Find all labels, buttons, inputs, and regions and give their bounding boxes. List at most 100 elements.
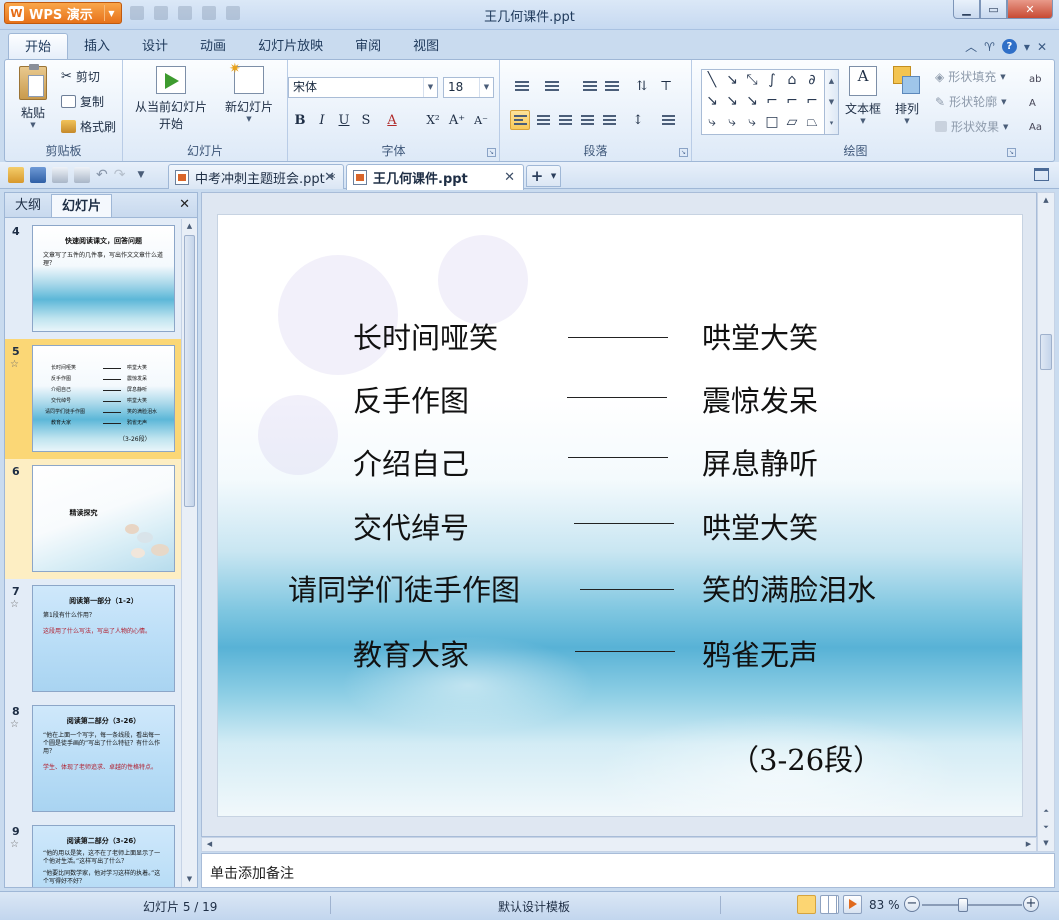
shape-outline-button[interactable]: ✎ 形状轮廓 ▼: [935, 93, 1006, 110]
curved-connector-icon[interactable]: ⤷: [702, 112, 722, 133]
close-icon[interactable]: ✕: [179, 197, 190, 212]
textbox-dropdown-icon[interactable]: ▼: [843, 117, 883, 125]
increase-indent-button[interactable]: [602, 76, 622, 96]
plus-icon[interactable]: +: [531, 167, 544, 185]
tab-animation[interactable]: 动画: [184, 33, 242, 60]
chevron-down-icon[interactable]: ▼: [182, 872, 197, 887]
thumbnail-slide-5[interactable]: 5 ☆ 长时间哑笑 哄堂大笑 反手作图 震惊发呆 介绍自己 屏息静听 交代绰号 哄堂大笑…: [5, 339, 181, 459]
slide-vertical-scrollbar[interactable]: ▲ ⏶ ⏷ ▼: [1037, 192, 1055, 852]
undo-icon[interactable]: ↶: [96, 167, 108, 183]
new-tab-button[interactable]: + ▼: [526, 165, 561, 187]
bullets-button[interactable]: [512, 76, 532, 96]
align-right-button[interactable]: [555, 110, 575, 130]
thumbnail-slide-4[interactable]: 4 快速阅读课文，回答问题 文章写了五件的几件事，写出作文文章什么道理？: [5, 219, 181, 339]
tab-home[interactable]: 开始: [8, 33, 69, 60]
textbox-button[interactable]: A 文本框 ▼: [843, 66, 883, 125]
thumbnail-slide-6[interactable]: 6 精读探究: [5, 459, 181, 579]
scribble-shape-icon[interactable]: ∂: [802, 70, 822, 91]
curved-connector-icon[interactable]: ⤷: [722, 112, 742, 133]
tab-slides[interactable]: 幻灯片: [51, 194, 113, 217]
slideshow-view-icon[interactable]: [843, 895, 862, 914]
columns-button[interactable]: [658, 110, 678, 130]
chevron-down-icon[interactable]: ▼: [829, 98, 834, 106]
chevron-right-icon[interactable]: ▶: [1021, 838, 1036, 851]
thumbnail-slide-9[interactable]: 9 ☆ 阅读第二部分（3-26） “他的用以是笑，这不在了老师上面显示了一个他对…: [5, 819, 181, 887]
chevron-down-icon[interactable]: ▼: [1038, 836, 1054, 851]
close-icon[interactable]: ✕: [504, 170, 515, 185]
slide-right-item-6[interactable]: 鸦雀无声: [702, 632, 818, 674]
tab-design[interactable]: 设计: [126, 33, 184, 60]
new-slide-dropdown-icon[interactable]: ▼: [219, 115, 279, 123]
new-slide-button[interactable]: ✷ 新幻灯片 ▼: [219, 61, 279, 123]
chevron-up-icon[interactable]: ▲: [1038, 193, 1054, 208]
grow-font-button[interactable]: A⁺: [447, 110, 467, 130]
slide-left-item-6[interactable]: 教育大家: [353, 632, 469, 674]
redo-icon[interactable]: ↷: [114, 167, 126, 183]
play-from-current-button[interactable]: 从当前幻灯片 开始: [129, 66, 213, 132]
chevron-down-icon[interactable]: ▼: [1003, 123, 1008, 131]
rectangle-shape-icon[interactable]: □: [762, 112, 782, 133]
previous-slide-icon[interactable]: ⏶: [1038, 804, 1054, 819]
slide-right-item-1[interactable]: 哄堂大笑: [702, 315, 818, 357]
scrollbar-thumb[interactable]: [1040, 334, 1052, 370]
print-preview-icon[interactable]: [74, 167, 90, 183]
slide-left-item-3[interactable]: 介绍自己: [353, 441, 469, 483]
zoom-slider-track[interactable]: [922, 904, 1022, 906]
zoom-out-button[interactable]: −: [904, 896, 920, 912]
slide-left-item-5[interactable]: 请同学们徒手作图: [288, 567, 520, 609]
text-direction-button[interactable]: ⇅: [632, 76, 652, 96]
shapes-gallery-scroll[interactable]: ▲ ▼ ▾: [825, 69, 839, 135]
connector-shape-icon[interactable]: ⌐: [762, 91, 782, 112]
doc-tab-2[interactable]: 王几何课件.ppt ✕: [346, 164, 524, 190]
close-button[interactable]: ✕: [1007, 0, 1053, 19]
justify-button[interactable]: [577, 110, 597, 130]
tab-insert[interactable]: 插入: [68, 33, 126, 60]
zoom-slider-handle[interactable]: [958, 898, 968, 912]
notes-pane[interactable]: 单击添加备注: [201, 853, 1055, 888]
chevron-up-icon[interactable]: ▲: [829, 77, 834, 85]
arrow-shape-icon[interactable]: ↘: [722, 70, 742, 91]
thumbnail-slide-8[interactable]: 8 ☆ 阅读第二部分（3-26） “他在上面一个写字，每一条线段，看出每一个圆是…: [5, 699, 181, 819]
font-name-select[interactable]: 宋体 ▼: [288, 77, 438, 98]
curved-connector-icon[interactable]: ⤷: [742, 112, 762, 133]
save-icon[interactable]: [30, 167, 46, 183]
shape-fill-button[interactable]: ◈ 形状填充 ▼: [935, 68, 1006, 85]
minimize-button[interactable]: ▁: [953, 0, 980, 19]
chevron-down-icon[interactable]: ▼: [479, 78, 493, 97]
decrease-indent-button[interactable]: [580, 76, 600, 96]
arrange-dropdown-icon[interactable]: ▼: [889, 117, 925, 125]
format-painter-button[interactable]: 格式刷: [61, 118, 116, 135]
italic-button[interactable]: I: [312, 110, 332, 130]
align-text-button[interactable]: ⊤: [656, 76, 676, 96]
font-dialog-launcher[interactable]: ↘: [487, 148, 496, 157]
customize-toolbar-icon[interactable]: ▼: [137, 170, 144, 180]
tab-outline[interactable]: 大纲: [5, 194, 51, 217]
scrollbar-thumb[interactable]: [184, 235, 195, 507]
toggle-pane-icon[interactable]: [1034, 168, 1049, 181]
cut-button[interactable]: ✂ 剪切: [61, 68, 100, 85]
thumbnail-slide-7[interactable]: 7 ☆ 阅读第一部分（1-2） 第1段有什么作用？ 这段用了什么写法，写出了人物…: [5, 579, 181, 699]
distribute-button[interactable]: [599, 110, 619, 130]
zoom-in-button[interactable]: +: [1023, 896, 1039, 912]
paste-button[interactable]: 粘贴 ▼: [13, 64, 53, 129]
close-doc-icon[interactable]: ✕: [1037, 40, 1047, 54]
font-size-select[interactable]: 18 ▼: [443, 77, 494, 98]
numbering-button[interactable]: [542, 76, 562, 96]
paste-dropdown-icon[interactable]: ▼: [13, 121, 53, 129]
underline-button[interactable]: U: [334, 110, 354, 130]
slide-right-item-2[interactable]: 震惊发呆: [702, 378, 818, 420]
bold-button[interactable]: B: [290, 110, 310, 130]
arrow-shape-icon[interactable]: ↘: [722, 91, 742, 112]
align-left-button[interactable]: [510, 110, 530, 130]
doc-tab-1[interactable]: 中考冲刺主题班会.ppt * ✕: [168, 164, 344, 189]
shrink-font-button[interactable]: A⁻: [471, 110, 491, 130]
close-icon[interactable]: ✕: [324, 170, 335, 185]
curve-shape-icon[interactable]: ∫: [762, 70, 782, 91]
ribbon-overflow[interactable]: ab A Aa: [1029, 68, 1053, 140]
slide-right-item-3[interactable]: 屏息静听: [702, 441, 818, 483]
tab-view[interactable]: 视图: [397, 33, 455, 60]
thumbnail-scrollbar[interactable]: ▲ ▼: [181, 219, 197, 887]
chevron-down-icon[interactable]: ▼: [1001, 98, 1006, 106]
parallelogram-shape-icon[interactable]: ▱: [782, 112, 802, 133]
shape-effect-button[interactable]: 形状效果 ▼: [935, 118, 1008, 135]
